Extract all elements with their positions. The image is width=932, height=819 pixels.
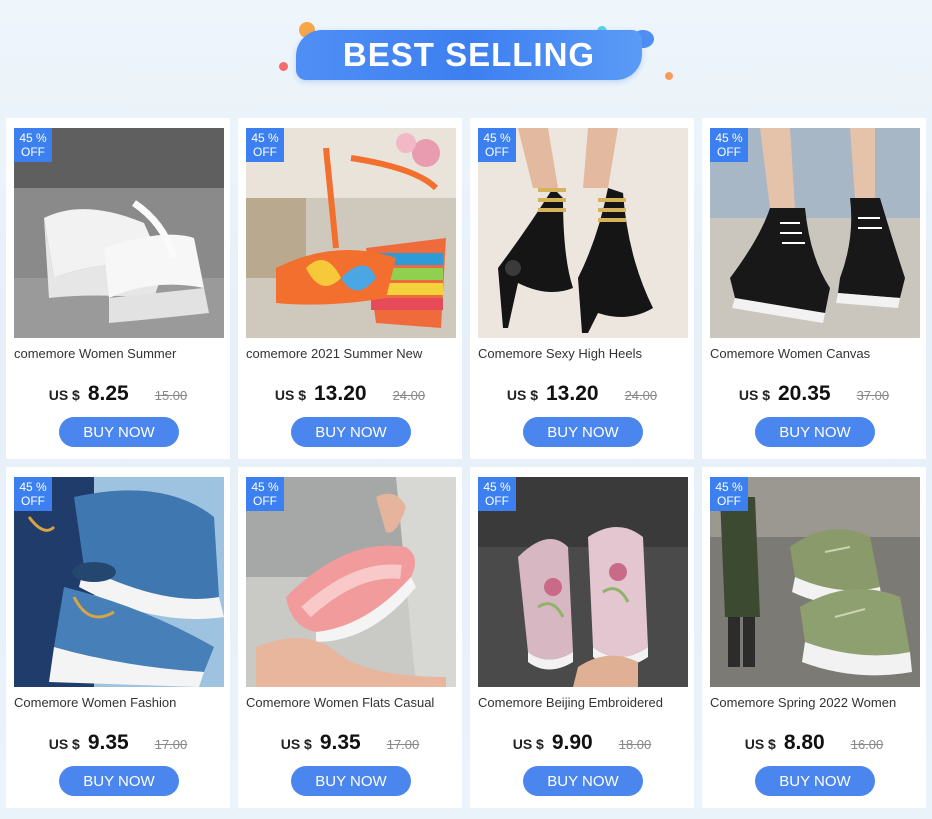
- product-card[interactable]: 45 % OFF comemore 2021 Summer New US $ 13…: [238, 118, 462, 459]
- discount-badge: 45 % OFF: [246, 128, 284, 162]
- product-image[interactable]: 45 % OFF: [478, 477, 688, 687]
- original-price: 16.00: [850, 737, 884, 752]
- product-image[interactable]: 45 % OFF: [14, 128, 224, 338]
- buy-now-button[interactable]: BUY NOW: [59, 417, 179, 447]
- product-title[interactable]: Comemore Sexy High Heels: [478, 346, 688, 361]
- price-row: US $ 8.80 16.00: [702, 731, 926, 755]
- discount-badge: 45 % OFF: [478, 477, 516, 511]
- original-price: 24.00: [624, 388, 658, 403]
- buy-now-button[interactable]: BUY NOW: [755, 417, 875, 447]
- original-price: 18.00: [618, 737, 652, 752]
- product-card[interactable]: 45 % OFF Comemore Women Canvas US $ 20.35…: [702, 118, 926, 459]
- sale-price: 13.20: [546, 382, 599, 405]
- product-card[interactable]: 45 % OFF comemore Women Summer US $ 8.25 …: [6, 118, 230, 459]
- original-price: 17.00: [386, 737, 420, 752]
- decor-dot: [665, 72, 673, 80]
- product-image[interactable]: 45 % OFF: [478, 128, 688, 338]
- product-card[interactable]: 45 % OFF Comemore Beijing Embroidered US …: [470, 467, 694, 808]
- currency-label: US $: [506, 387, 538, 403]
- sale-price: 20.35: [778, 382, 831, 405]
- product-image[interactable]: 45 % OFF: [246, 128, 456, 338]
- currency-label: US $: [744, 736, 776, 752]
- product-image[interactable]: 45 % OFF: [246, 477, 456, 687]
- price-row: US $ 13.20 24.00: [238, 382, 462, 406]
- discount-badge: 45 % OFF: [710, 477, 748, 511]
- currency-label: US $: [274, 387, 306, 403]
- decor-dot: [279, 62, 288, 71]
- header-banner: BEST SELLING: [0, 0, 932, 118]
- currency-label: US $: [738, 387, 770, 403]
- product-grid: 45 % OFF comemore Women Summer US $ 8.25 …: [6, 118, 926, 808]
- original-price: 17.00: [154, 737, 188, 752]
- sale-price: 13.20: [314, 382, 367, 405]
- sale-price: 8.80: [783, 731, 825, 754]
- product-title[interactable]: comemore 2021 Summer New: [246, 346, 456, 361]
- product-title[interactable]: comemore Women Summer: [14, 346, 224, 361]
- sale-price: 9.35: [319, 731, 361, 754]
- product-title[interactable]: Comemore Women Flats Casual: [246, 695, 456, 710]
- discount-badge: 45 % OFF: [478, 128, 516, 162]
- price-row: US $ 20.35 37.00: [702, 382, 926, 406]
- buy-now-button[interactable]: BUY NOW: [755, 766, 875, 796]
- discount-badge: 45 % OFF: [14, 477, 52, 511]
- currency-label: US $: [512, 736, 544, 752]
- product-image[interactable]: 45 % OFF: [14, 477, 224, 687]
- original-price: 37.00: [856, 388, 890, 403]
- buy-now-button[interactable]: BUY NOW: [523, 766, 643, 796]
- product-title[interactable]: Comemore Women Fashion: [14, 695, 224, 710]
- price-row: US $ 9.35 17.00: [6, 731, 230, 755]
- price-row: US $ 9.35 17.00: [238, 731, 462, 755]
- price-row: US $ 13.20 24.00: [470, 382, 694, 406]
- price-row: US $ 8.25 15.00: [6, 382, 230, 406]
- page-title: BEST SELLING: [296, 30, 642, 80]
- discount-badge: 45 % OFF: [246, 477, 284, 511]
- product-card[interactable]: 45 % OFF Comemore Women Fashion US $ 9.35…: [6, 467, 230, 808]
- original-price: 15.00: [154, 388, 188, 403]
- product-card[interactable]: 45 % OFF Comemore Spring 2022 Women US $ …: [702, 467, 926, 808]
- sale-price: 9.35: [87, 731, 129, 754]
- product-title[interactable]: Comemore Women Canvas: [710, 346, 920, 361]
- sale-price: 9.90: [551, 731, 593, 754]
- currency-label: US $: [48, 736, 80, 752]
- product-image[interactable]: 45 % OFF: [710, 128, 920, 338]
- discount-badge: 45 % OFF: [710, 128, 748, 162]
- sale-price: 8.25: [87, 382, 129, 405]
- price-row: US $ 9.90 18.00: [470, 731, 694, 755]
- buy-now-button[interactable]: BUY NOW: [291, 417, 411, 447]
- buy-now-button[interactable]: BUY NOW: [291, 766, 411, 796]
- product-image[interactable]: 45 % OFF: [710, 477, 920, 687]
- product-card[interactable]: 45 % OFF Comemore Sexy High Heels US $ 13…: [470, 118, 694, 459]
- product-card[interactable]: 45 % OFF Comemore Women Flats Casual US $…: [238, 467, 462, 808]
- product-title[interactable]: Comemore Spring 2022 Women: [710, 695, 920, 710]
- currency-label: US $: [280, 736, 312, 752]
- discount-badge: 45 % OFF: [14, 128, 52, 162]
- buy-now-button[interactable]: BUY NOW: [59, 766, 179, 796]
- buy-now-button[interactable]: BUY NOW: [523, 417, 643, 447]
- currency-label: US $: [48, 387, 80, 403]
- original-price: 24.00: [392, 388, 426, 403]
- product-title[interactable]: Comemore Beijing Embroidered: [478, 695, 688, 710]
